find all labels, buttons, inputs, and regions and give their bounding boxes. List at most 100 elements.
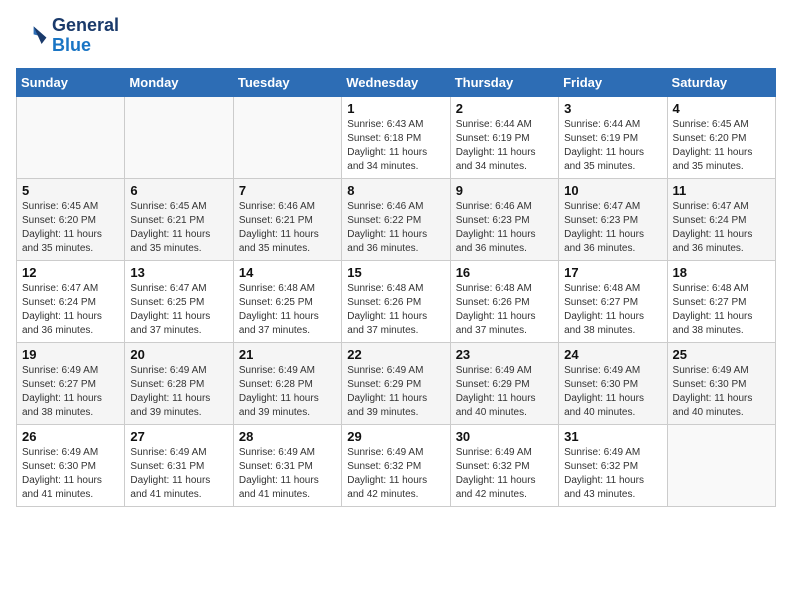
day-info: Sunrise: 6:44 AM Sunset: 6:19 PM Dayligh… (564, 118, 661, 174)
day-number: 31 (564, 429, 661, 444)
day-info: Sunrise: 6:49 AM Sunset: 6:32 PM Dayligh… (347, 446, 444, 502)
day-number: 9 (456, 183, 553, 198)
calendar-day-cell: 10 Sunrise: 6:47 AM Sunset: 6:23 PM Dayli… (559, 178, 667, 260)
day-info: Sunrise: 6:49 AM Sunset: 6:30 PM Dayligh… (22, 446, 119, 502)
calendar-day-cell (125, 96, 233, 178)
day-number: 1 (347, 101, 444, 116)
day-info: Sunrise: 6:45 AM Sunset: 6:20 PM Dayligh… (22, 200, 119, 256)
day-number: 5 (22, 183, 119, 198)
calendar-day-cell (17, 96, 125, 178)
calendar-day-cell (233, 96, 341, 178)
day-info: Sunrise: 6:49 AM Sunset: 6:32 PM Dayligh… (456, 446, 553, 502)
weekday-header-cell: Wednesday (342, 68, 450, 96)
calendar-week-row: 1 Sunrise: 6:43 AM Sunset: 6:18 PM Daylig… (17, 96, 776, 178)
day-info: Sunrise: 6:47 AM Sunset: 6:24 PM Dayligh… (673, 200, 770, 256)
day-number: 7 (239, 183, 336, 198)
day-number: 3 (564, 101, 661, 116)
calendar-day-cell: 12Sunrise: 6:47 AM Sunset: 6:24 PM Dayli… (17, 260, 125, 342)
logo-icon (16, 20, 48, 52)
calendar-week-row: 19 Sunrise: 6:49 AM Sunset: 6:27 PM Dayli… (17, 342, 776, 424)
calendar-day-cell: 16Sunrise: 6:48 AM Sunset: 6:26 PM Dayli… (450, 260, 558, 342)
day-info: Sunrise: 6:49 AM Sunset: 6:32 PM Dayligh… (564, 446, 661, 502)
day-number: 4 (673, 101, 770, 116)
day-number: 27 (130, 429, 227, 444)
day-number: 25 (673, 347, 770, 362)
calendar-day-cell: 19 Sunrise: 6:49 AM Sunset: 6:27 PM Dayli… (17, 342, 125, 424)
day-info: Sunrise: 6:49 AM Sunset: 6:28 PM Dayligh… (239, 364, 336, 420)
day-number: 24 (564, 347, 661, 362)
calendar-day-cell (667, 424, 775, 506)
day-number: 22 (347, 347, 444, 362)
calendar-day-cell: 6 Sunrise: 6:45 AM Sunset: 6:21 PM Daylig… (125, 178, 233, 260)
calendar-day-cell: 2Sunrise: 6:44 AM Sunset: 6:19 PM Daylig… (450, 96, 558, 178)
day-info: Sunrise: 6:43 AM Sunset: 6:18 PM Dayligh… (347, 118, 444, 174)
calendar-day-cell: 13Sunrise: 6:47 AM Sunset: 6:25 PM Dayli… (125, 260, 233, 342)
day-number: 23 (456, 347, 553, 362)
calendar-day-cell: 3 Sunrise: 6:44 AM Sunset: 6:19 PM Daylig… (559, 96, 667, 178)
logo-text: General Blue (52, 16, 119, 56)
calendar-day-cell: 9 Sunrise: 6:46 AM Sunset: 6:23 PM Daylig… (450, 178, 558, 260)
logo: General Blue (16, 16, 119, 56)
day-info: Sunrise: 6:47 AM Sunset: 6:23 PM Dayligh… (564, 200, 661, 256)
day-number: 29 (347, 429, 444, 444)
calendar-day-cell: 20 Sunrise: 6:49 AM Sunset: 6:28 PM Dayli… (125, 342, 233, 424)
weekday-header-cell: Friday (559, 68, 667, 96)
calendar-day-cell: 29 Sunrise: 6:49 AM Sunset: 6:32 PM Dayli… (342, 424, 450, 506)
calendar-day-cell: 14 Sunrise: 6:48 AM Sunset: 6:25 PM Dayli… (233, 260, 341, 342)
day-number: 26 (22, 429, 119, 444)
calendar-day-cell: 28Sunrise: 6:49 AM Sunset: 6:31 PM Dayli… (233, 424, 341, 506)
calendar-day-cell: 5 Sunrise: 6:45 AM Sunset: 6:20 PM Daylig… (17, 178, 125, 260)
calendar-day-cell: 22 Sunrise: 6:49 AM Sunset: 6:29 PM Dayli… (342, 342, 450, 424)
day-info: Sunrise: 6:45 AM Sunset: 6:21 PM Dayligh… (130, 200, 227, 256)
day-number: 21 (239, 347, 336, 362)
calendar-week-row: 12Sunrise: 6:47 AM Sunset: 6:24 PM Dayli… (17, 260, 776, 342)
calendar-day-cell: 1 Sunrise: 6:43 AM Sunset: 6:18 PM Daylig… (342, 96, 450, 178)
day-info: Sunrise: 6:49 AM Sunset: 6:30 PM Dayligh… (564, 364, 661, 420)
day-info: Sunrise: 6:49 AM Sunset: 6:29 PM Dayligh… (456, 364, 553, 420)
day-info: Sunrise: 6:49 AM Sunset: 6:28 PM Dayligh… (130, 364, 227, 420)
day-info: Sunrise: 6:44 AM Sunset: 6:19 PM Dayligh… (456, 118, 553, 174)
weekday-header-cell: Monday (125, 68, 233, 96)
day-info: Sunrise: 6:47 AM Sunset: 6:24 PM Dayligh… (22, 282, 119, 338)
day-info: Sunrise: 6:48 AM Sunset: 6:26 PM Dayligh… (456, 282, 553, 338)
day-number: 15 (347, 265, 444, 280)
day-number: 18 (673, 265, 770, 280)
weekday-header-cell: Sunday (17, 68, 125, 96)
calendar-day-cell: 25 Sunrise: 6:49 AM Sunset: 6:30 PM Dayli… (667, 342, 775, 424)
day-number: 17 (564, 265, 661, 280)
day-info: Sunrise: 6:48 AM Sunset: 6:27 PM Dayligh… (673, 282, 770, 338)
calendar-day-cell: 27Sunrise: 6:49 AM Sunset: 6:31 PM Dayli… (125, 424, 233, 506)
page-header: General Blue (16, 16, 776, 56)
calendar-day-cell: 17 Sunrise: 6:48 AM Sunset: 6:27 PM Dayli… (559, 260, 667, 342)
calendar-day-cell: 26 Sunrise: 6:49 AM Sunset: 6:30 PM Dayli… (17, 424, 125, 506)
calendar-day-cell: 8Sunrise: 6:46 AM Sunset: 6:22 PM Daylig… (342, 178, 450, 260)
day-number: 13 (130, 265, 227, 280)
day-info: Sunrise: 6:48 AM Sunset: 6:27 PM Dayligh… (564, 282, 661, 338)
calendar-day-cell: 11Sunrise: 6:47 AM Sunset: 6:24 PM Dayli… (667, 178, 775, 260)
day-number: 14 (239, 265, 336, 280)
weekday-header-cell: Saturday (667, 68, 775, 96)
day-info: Sunrise: 6:46 AM Sunset: 6:22 PM Dayligh… (347, 200, 444, 256)
calendar-week-row: 5 Sunrise: 6:45 AM Sunset: 6:20 PM Daylig… (17, 178, 776, 260)
day-number: 6 (130, 183, 227, 198)
day-info: Sunrise: 6:48 AM Sunset: 6:25 PM Dayligh… (239, 282, 336, 338)
day-info: Sunrise: 6:46 AM Sunset: 6:23 PM Dayligh… (456, 200, 553, 256)
day-number: 30 (456, 429, 553, 444)
calendar-day-cell: 23 Sunrise: 6:49 AM Sunset: 6:29 PM Dayli… (450, 342, 558, 424)
calendar-day-cell: 30 Sunrise: 6:49 AM Sunset: 6:32 PM Dayli… (450, 424, 558, 506)
day-info: Sunrise: 6:49 AM Sunset: 6:27 PM Dayligh… (22, 364, 119, 420)
day-info: Sunrise: 6:49 AM Sunset: 6:29 PM Dayligh… (347, 364, 444, 420)
weekday-header-cell: Thursday (450, 68, 558, 96)
day-number: 19 (22, 347, 119, 362)
day-number: 28 (239, 429, 336, 444)
calendar-body: 1 Sunrise: 6:43 AM Sunset: 6:18 PM Daylig… (17, 96, 776, 506)
calendar-day-cell: 15Sunrise: 6:48 AM Sunset: 6:26 PM Dayli… (342, 260, 450, 342)
calendar-table: SundayMondayTuesdayWednesdayThursdayFrid… (16, 68, 776, 507)
calendar-day-cell: 7Sunrise: 6:46 AM Sunset: 6:21 PM Daylig… (233, 178, 341, 260)
day-number: 10 (564, 183, 661, 198)
day-number: 20 (130, 347, 227, 362)
calendar-day-cell: 31 Sunrise: 6:49 AM Sunset: 6:32 PM Dayli… (559, 424, 667, 506)
weekday-header-cell: Tuesday (233, 68, 341, 96)
day-info: Sunrise: 6:49 AM Sunset: 6:30 PM Dayligh… (673, 364, 770, 420)
weekday-header-row: SundayMondayTuesdayWednesdayThursdayFrid… (17, 68, 776, 96)
